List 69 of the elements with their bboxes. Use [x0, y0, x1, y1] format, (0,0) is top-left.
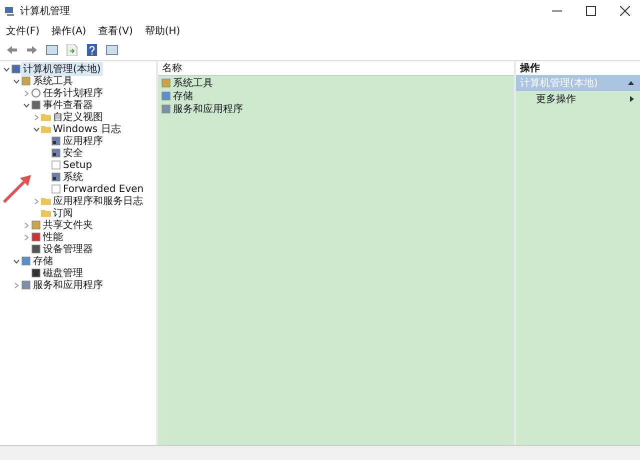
node-icon — [31, 220, 41, 230]
node-icon — [51, 172, 61, 182]
window-title: 计算机管理 — [20, 4, 71, 18]
action-item[interactable]: 更多操作 — [516, 91, 640, 107]
tree-item[interactable]: 磁盘管理 — [41, 266, 85, 280]
collapsed-caret-icon[interactable] — [23, 90, 30, 96]
tree-item[interactable]: 计算机管理(本地) — [21, 62, 103, 76]
pointer-arrow-drawing — [2, 174, 32, 204]
node-icon — [51, 184, 61, 194]
menu-item[interactable]: 帮助(H) — [144, 24, 180, 38]
console-tree-button[interactable] — [44, 43, 60, 57]
close-icon — [620, 6, 630, 16]
tree-item[interactable]: Setup — [61, 160, 94, 170]
expanded-caret-icon[interactable] — [33, 126, 40, 132]
node-icon — [161, 78, 171, 88]
node-icon — [161, 90, 171, 100]
collapse-caret-icon — [628, 81, 634, 85]
tree-item[interactable]: 事件查看器 — [41, 98, 95, 112]
list-item[interactable]: 系统工具 — [173, 76, 213, 90]
column-header[interactable]: 名称 — [158, 61, 514, 76]
node-icon — [21, 280, 31, 290]
collapsed-caret-icon[interactable] — [33, 198, 40, 204]
tree-item[interactable]: 服务和应用程序 — [31, 278, 105, 292]
tree-item[interactable]: 自定义视图 — [51, 110, 105, 124]
tree-item[interactable]: 订阅 — [51, 206, 75, 220]
collapsed-caret-icon[interactable] — [23, 234, 30, 240]
tree-item[interactable]: Forwarded Even — [61, 184, 146, 194]
tree-item[interactable]: 性能 — [41, 230, 65, 244]
tree-item[interactable]: 任务计划程序 — [41, 86, 105, 100]
tree-item[interactable]: 安全 — [61, 146, 85, 160]
tree-item[interactable]: Windows 日志 — [51, 122, 123, 136]
tree-item[interactable]: 存储 — [31, 254, 55, 268]
tree-item[interactable]: 应用程序和服务日志 — [51, 194, 145, 208]
maximize-icon — [586, 6, 596, 16]
collapsed-caret-icon[interactable] — [13, 282, 20, 288]
actions-header: 操作 — [516, 61, 640, 75]
computer-management-icon — [4, 5, 16, 17]
menu-item[interactable]: 查看(V) — [98, 24, 133, 38]
clock-icon — [31, 88, 41, 98]
tree-item[interactable]: 共享文件夹 — [41, 218, 95, 232]
node-icon — [31, 100, 41, 110]
export-button[interactable] — [64, 43, 80, 57]
expanded-caret-icon[interactable] — [23, 102, 30, 108]
expanded-caret-icon[interactable] — [13, 78, 20, 84]
node-icon — [51, 136, 61, 146]
node-icon — [31, 268, 41, 278]
node-icon — [51, 148, 61, 158]
node-icon — [31, 232, 41, 242]
node-icon — [21, 76, 31, 86]
list-item[interactable]: 服务和应用程序 — [173, 102, 243, 116]
node-icon — [161, 104, 171, 114]
expanded-caret-icon[interactable] — [13, 258, 20, 264]
tree-item[interactable]: 设备管理器 — [41, 242, 95, 256]
help-button[interactable] — [84, 43, 100, 57]
node-icon — [31, 244, 41, 254]
submenu-caret-icon — [630, 96, 634, 102]
menu-item[interactable]: 文件(F) — [6, 24, 40, 38]
collapsed-caret-icon[interactable] — [33, 114, 40, 120]
node-icon — [11, 64, 21, 74]
list-item[interactable]: 存储 — [173, 88, 193, 102]
action-pane-button[interactable] — [104, 43, 120, 57]
tree-item[interactable]: 应用程序 — [61, 134, 105, 148]
node-icon — [51, 160, 61, 170]
collapsed-caret-icon[interactable] — [23, 222, 30, 228]
expanded-caret-icon[interactable] — [3, 66, 10, 72]
node-icon — [21, 256, 31, 266]
tree-item[interactable]: 系统 — [61, 170, 85, 184]
tree-item[interactable]: 系统工具 — [31, 74, 75, 88]
menu-item[interactable]: 操作(A) — [52, 24, 86, 38]
